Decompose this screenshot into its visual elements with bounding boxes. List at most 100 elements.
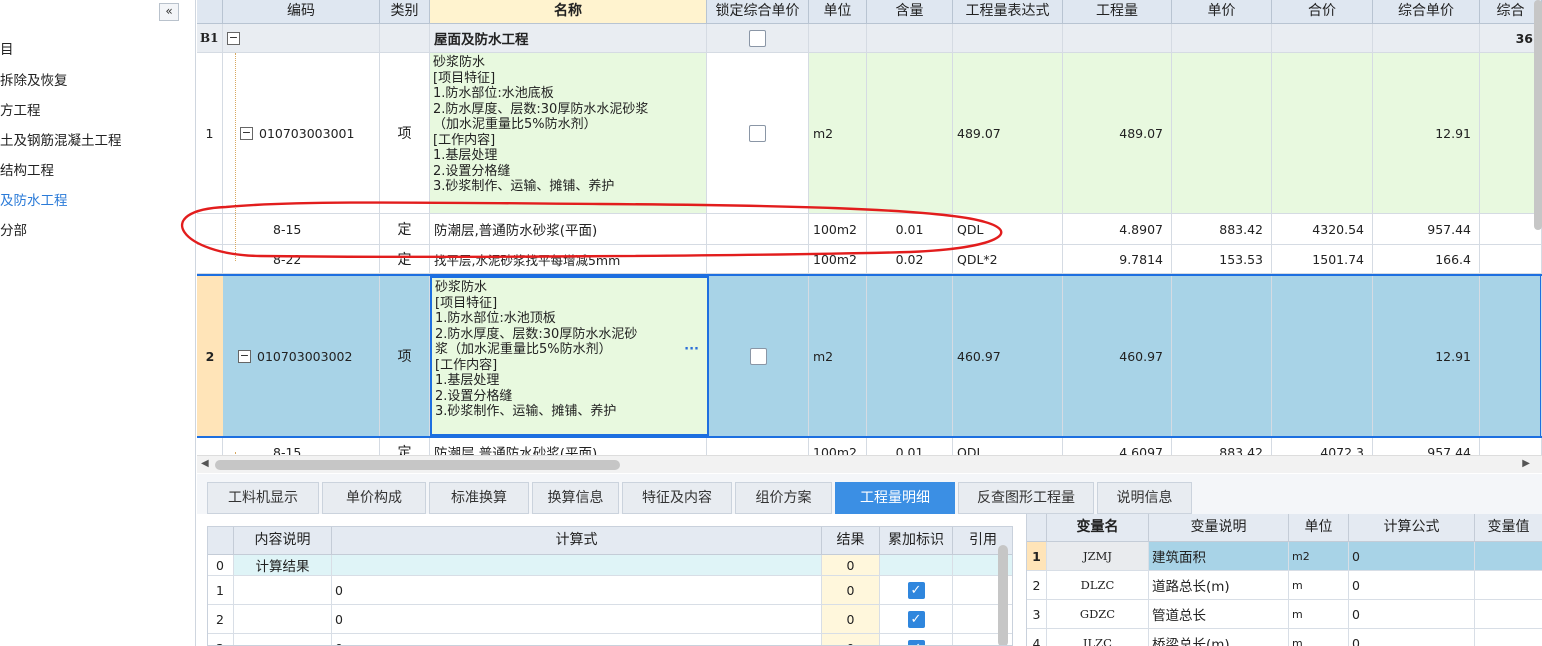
row-expr[interactable]: QDL [953,438,1063,455]
header-content[interactable]: 含量 [867,0,953,24]
row-code[interactable]: 8-15 [223,214,380,244]
detail-row-desc[interactable] [234,634,332,645]
vars-header-unit[interactable]: 单位 [1289,514,1349,542]
header-comp-price[interactable]: 综合单价 [1373,0,1480,24]
row-qty[interactable]: 460.97 [1063,276,1172,436]
header-name[interactable]: 名称 [430,0,707,24]
vars-row-unit[interactable]: m [1289,629,1349,646]
section-expand[interactable]: − [223,24,380,52]
lock-checkbox[interactable] [750,347,767,365]
tree-item-0[interactable]: 目 [0,38,14,58]
table-row[interactable]: 8-15 定 防潮层,普通防水砂浆(平面) 100m2 0.01 QDL 4.8… [197,214,1542,245]
row-price[interactable] [1172,53,1272,213]
row-unit[interactable]: 100m2 [809,214,867,244]
header-quantity[interactable]: 工程量 [1063,0,1172,24]
tree-item-3[interactable]: 土及钢筋混凝土工程 [0,129,122,149]
vars-row-desc[interactable]: 建筑面积 [1149,542,1289,571]
row-unit[interactable]: m2 [809,276,867,436]
row-expr[interactable]: QDL [953,214,1063,244]
vars-row-name[interactable]: GDZC [1047,600,1149,629]
vars-row-name[interactable]: ILZC [1047,629,1149,646]
detail-header-result[interactable]: 结果 [822,527,880,555]
row-lock[interactable] [707,53,809,213]
row-comp-price[interactable]: 166.4 [1373,245,1480,273]
tree-item-1[interactable]: 拆除及恢复 [0,69,68,89]
tab-unit-price[interactable]: 单价构成 [322,482,426,514]
vars-row-unit[interactable]: m [1289,600,1349,629]
header-code[interactable]: 编码 [223,0,380,24]
row-content[interactable]: 0.02 [867,245,953,273]
vars-header-desc[interactable]: 变量说明 [1149,514,1289,542]
row-name[interactable]: 防潮层,普通防水砂浆(平面) [430,214,707,244]
detail-row-accumulate[interactable]: ✓ [880,576,953,605]
vars-row-desc[interactable]: 道路总长(m) [1149,571,1289,600]
vertical-scrollbar[interactable] [1534,0,1542,230]
header-type[interactable]: 类别 [380,0,430,24]
vars-row-name[interactable]: DLZC [1047,571,1149,600]
tab-conversion-info[interactable]: 换算信息 [532,482,619,514]
table-row[interactable]: 8-22 定 找平层,水泥砂浆找平每增减5mm 100m2 0.02 QDL*2… [197,245,1542,274]
collapse-icon[interactable]: − [238,349,251,363]
lock-checkbox[interactable] [749,29,766,47]
row-content[interactable]: 0.01 [867,214,953,244]
row-unit[interactable]: m2 [809,53,867,213]
row-name[interactable]: 防潮层,普通防水砂浆(平面) [430,438,707,455]
row-total[interactable] [1272,53,1373,213]
row-price[interactable] [1172,276,1272,436]
row-expr[interactable]: QDL*2 [953,245,1063,273]
row-total[interactable]: 1501.74 [1272,245,1373,273]
scroll-left-arrow-icon[interactable]: ◀ [201,458,209,469]
vars-row-name[interactable]: JZMJ [1047,542,1149,571]
vars-row-value[interactable] [1475,571,1542,600]
vars-row-formula[interactable]: 0 [1349,542,1475,571]
row-name-editing[interactable]: 砂浆防水 [项目特征] 1.防水部位:水池顶板 2.防水厚度、层数:30厚防水水… [430,276,709,436]
row-code[interactable]: −010703003001 [223,53,380,213]
more-button[interactable]: ··· [684,342,699,358]
row-code[interactable]: 8-15 [223,438,380,455]
vars-row-formula[interactable]: 0 [1349,629,1475,646]
vars-row-desc[interactable]: 管道总长 [1149,600,1289,629]
horizontal-scrollbar[interactable]: ◀ ▶ [197,455,1542,473]
vars-row-value[interactable] [1475,600,1542,629]
row-qty[interactable]: 9.7814 [1063,245,1172,273]
lock-checkbox[interactable] [749,124,766,142]
vars-row-formula[interactable]: 0 [1349,600,1475,629]
tab-notes[interactable]: 说明信息 [1097,482,1192,514]
tree-item-4[interactable]: 结构工程 [0,159,54,179]
checkbox-checked-icon[interactable]: ✓ [907,581,925,599]
tab-labor-material[interactable]: 工料机显示 [207,482,319,514]
row-comp-price[interactable]: 12.91 [1373,53,1480,213]
vars-header-formula[interactable]: 计算公式 [1349,514,1475,542]
row-content[interactable] [867,276,953,436]
detail-header-desc[interactable]: 内容说明 [234,527,332,555]
row-name[interactable]: 砂浆防水 [项目特征] 1.防水部位:水池底板 2.防水厚度、层数:30厚防水水… [430,53,707,213]
vars-row-formula[interactable]: 0 [1349,571,1475,600]
row-comp-price[interactable]: 12.91 [1373,276,1480,436]
table-row-selected[interactable]: 2 −010703003002 项 砂浆防水 [项目特征] 1.防水部位:水池顶… [197,274,1542,438]
row-total[interactable]: 4320.54 [1272,214,1373,244]
horizontal-scroll-thumb[interactable] [215,460,620,470]
row-code[interactable]: 8-22 [223,245,380,273]
collapse-icon[interactable]: − [227,31,240,45]
detail-row-formula[interactable]: 0 [332,605,822,634]
row-content[interactable] [867,53,953,213]
row-total[interactable] [1272,276,1373,436]
header-expression[interactable]: 工程量表达式 [953,0,1063,24]
header-total[interactable]: 合价 [1272,0,1373,24]
row-price[interactable]: 883.42 [1172,214,1272,244]
row-price[interactable]: 153.53 [1172,245,1272,273]
row-expr[interactable]: 460.97 [953,276,1063,436]
detail-row-desc[interactable] [234,605,332,634]
collapse-panel-button[interactable]: « [159,3,179,21]
tab-quantity-detail[interactable]: 工程量明细 [835,482,955,514]
header-lock-price[interactable]: 锁定综合单价 [707,0,809,24]
scroll-right-arrow-icon[interactable]: ▶ [1522,458,1530,469]
detail-row-accumulate[interactable] [880,555,953,576]
tree-item-6[interactable]: 分部 [0,219,27,239]
detail-row-formula[interactable]: 0 [332,576,822,605]
header-price[interactable]: 单价 [1172,0,1272,24]
row-total[interactable]: 4072.3 [1272,438,1373,455]
section-lock[interactable] [707,24,809,52]
detail-row-formula[interactable] [332,555,822,576]
row-qty[interactable]: 4.6097 [1063,438,1172,455]
